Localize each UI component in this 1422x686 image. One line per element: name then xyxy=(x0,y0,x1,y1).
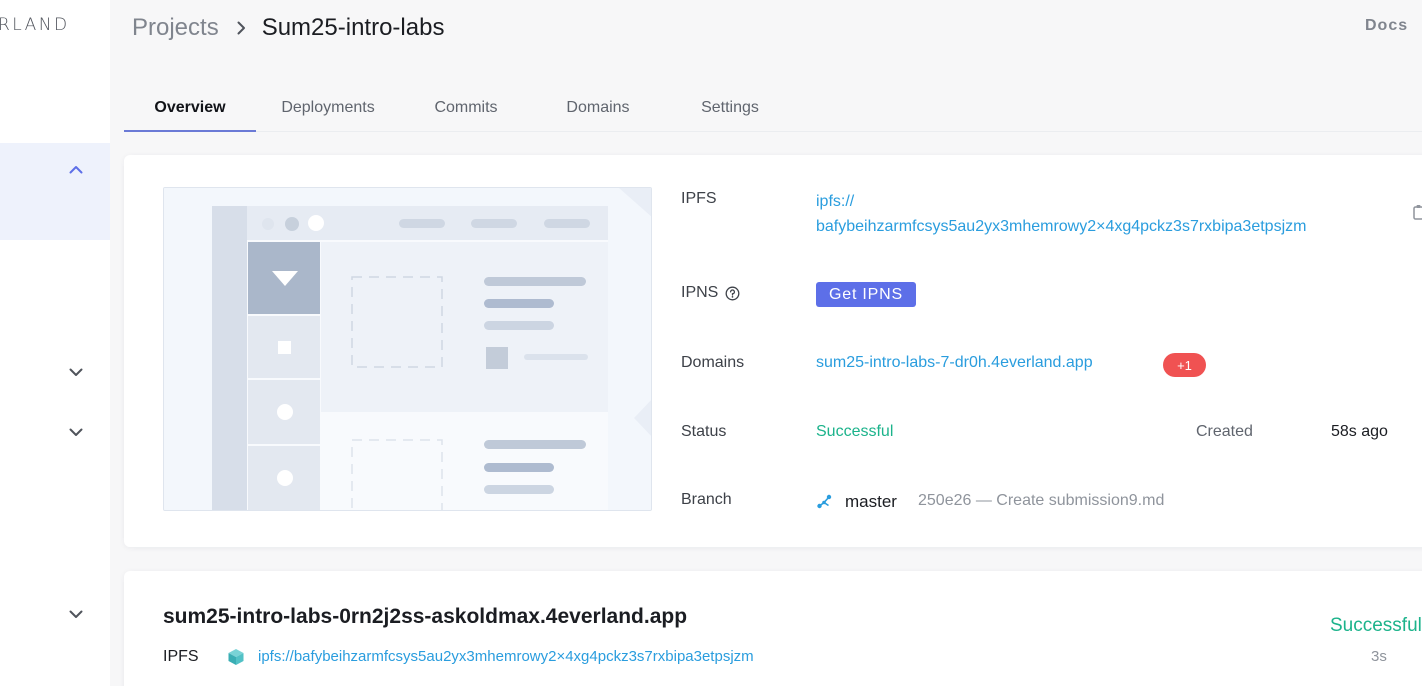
help-icon[interactable] xyxy=(725,286,740,301)
created-label: Created xyxy=(1196,423,1253,440)
tab-settings[interactable]: Settings xyxy=(664,84,796,131)
status-label: Status xyxy=(681,423,727,440)
get-ipns-button[interactable]: Get IPNS xyxy=(816,282,916,307)
ipns-label: IPNS xyxy=(681,284,719,301)
deployment-elapsed: 3s xyxy=(1371,648,1387,665)
deployment-ipfs-label: IPFS xyxy=(163,648,199,665)
tab-commits[interactable]: Commits xyxy=(400,84,532,131)
breadcrumb: Projects Sum25-intro-labs xyxy=(132,12,444,44)
chevron-down-icon[interactable] xyxy=(68,364,84,380)
sidebar-active-section[interactable] xyxy=(0,143,110,240)
brand-logo[interactable]: RLAND xyxy=(0,15,70,35)
tab-overview[interactable]: Overview xyxy=(124,84,256,132)
chevron-up-icon[interactable] xyxy=(68,161,84,177)
chevron-down-icon[interactable] xyxy=(68,424,84,440)
ipfs-cube-icon xyxy=(227,648,245,666)
tab-domains[interactable]: Domains xyxy=(532,84,664,131)
copy-icon[interactable] xyxy=(1412,204,1422,220)
domain-link[interactable]: sum25-intro-labs-7-dr0h.4everland.app xyxy=(816,354,1093,372)
page-title: Sum25-intro-labs xyxy=(261,14,445,41)
docs-link[interactable]: Docs xyxy=(1365,17,1408,35)
more-domains-badge[interactable]: +1 xyxy=(1163,353,1206,377)
deployment-title[interactable]: sum25-intro-labs-0rn2j2ss-askoldmax.4eve… xyxy=(163,605,687,629)
tab-deployments[interactable]: Deployments xyxy=(262,84,394,131)
status-value: Successful xyxy=(816,423,894,440)
tab-bar: Overview Deployments Commits Domains Set… xyxy=(124,84,1422,132)
branch-icon xyxy=(816,493,833,510)
site-preview-thumbnail[interactable] xyxy=(163,187,652,511)
commit-link[interactable]: 250e26 — Create submission9.md xyxy=(918,492,1164,510)
chevron-down-icon[interactable] xyxy=(68,606,84,622)
breadcrumb-projects-link[interactable]: Projects xyxy=(132,14,219,42)
branch-name: master xyxy=(845,492,897,511)
breadcrumb-chevron-icon xyxy=(237,21,246,35)
domains-label: Domains xyxy=(681,354,745,371)
branch-label: Branch xyxy=(681,491,732,508)
deployment-ipfs-link[interactable]: ipfs://bafybeihzarmfcsys5au2yx3mhemrowy2… xyxy=(258,648,754,665)
ipfs-hash-link[interactable]: ipfs:// bafybeihzarmfcsys5au2yx3mhemrowy… xyxy=(816,189,1396,239)
created-value: 58s ago xyxy=(1331,423,1388,440)
ipfs-label: IPFS xyxy=(681,190,717,207)
deployment-status: Successful xyxy=(1330,615,1422,636)
sidebar: RLAND xyxy=(0,0,110,686)
